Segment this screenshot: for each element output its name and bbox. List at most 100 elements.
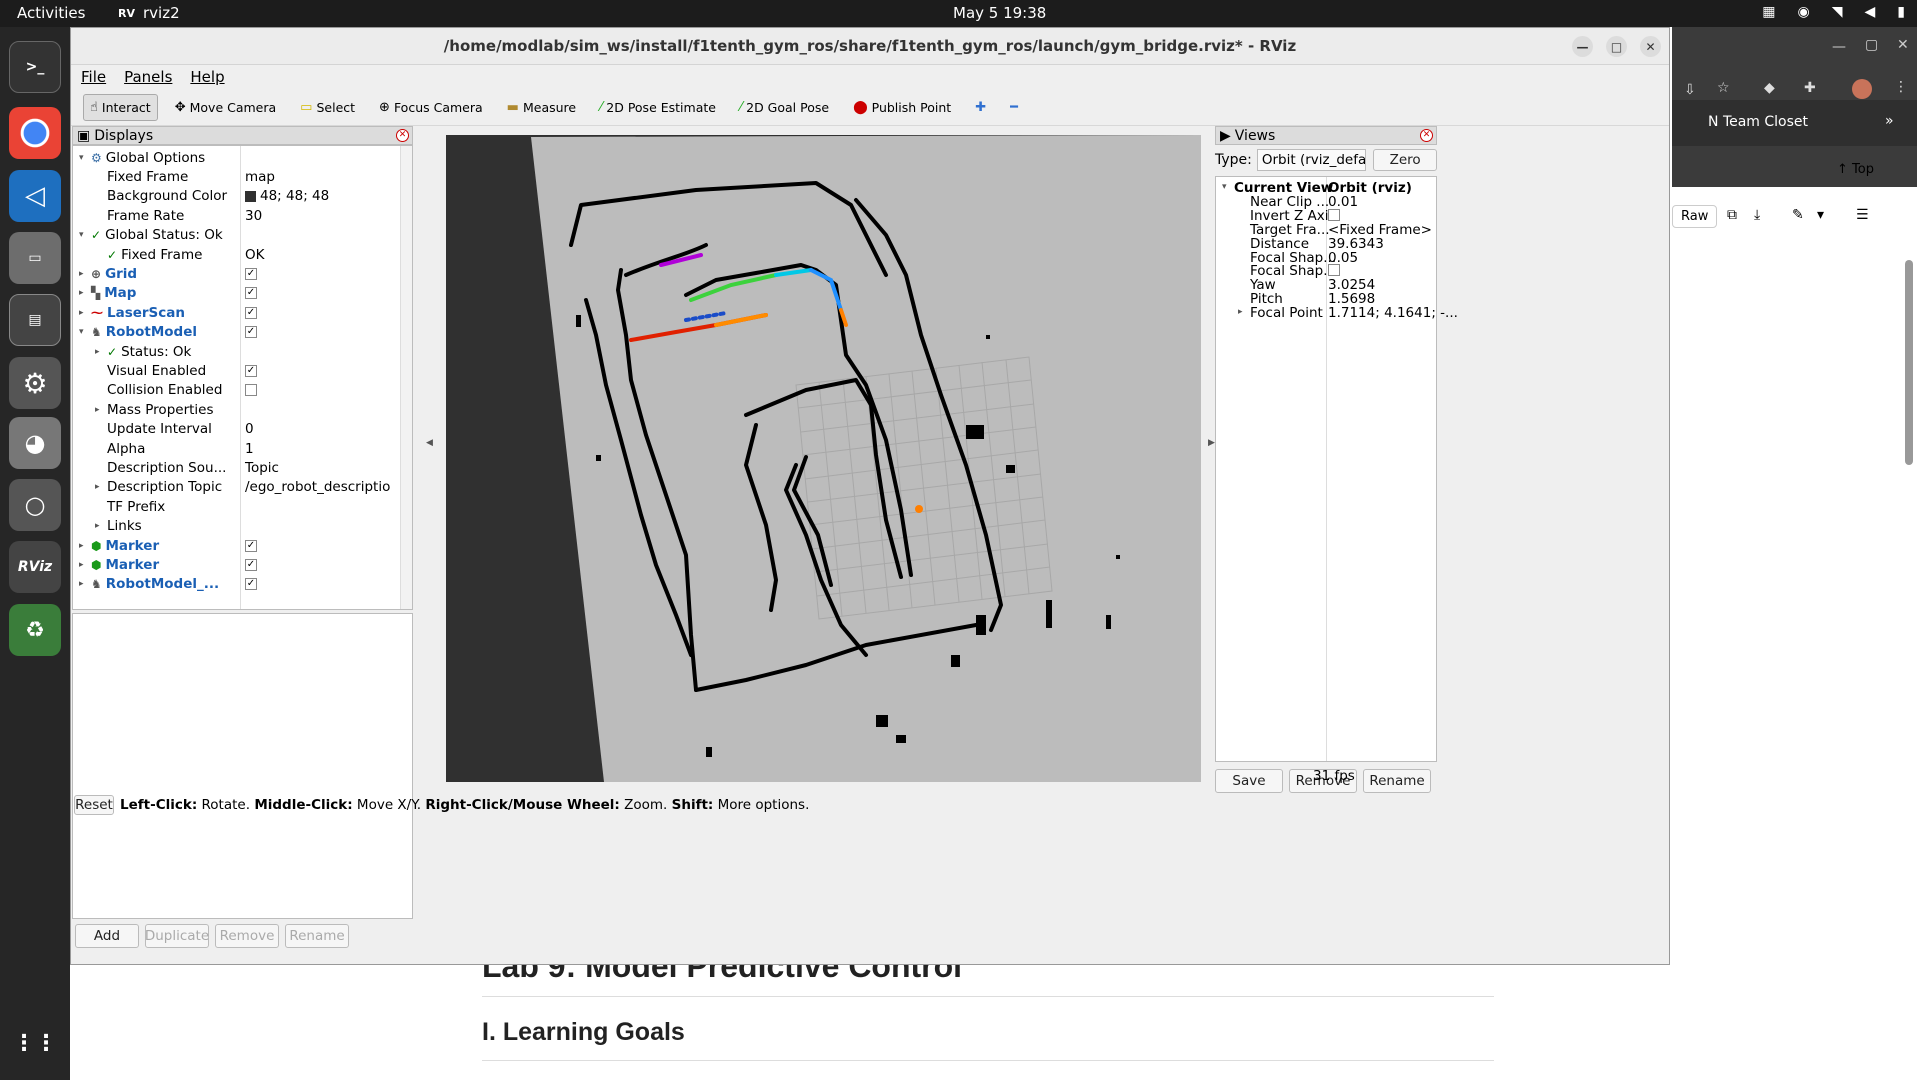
app-grid-icon[interactable]: ⋮⋮ [9,1017,61,1069]
minimize-icon[interactable]: — [1832,39,1846,55]
wifi-icon[interactable]: ◥ [1832,4,1843,20]
remove-button[interactable]: Remove [215,924,279,948]
save-button[interactable]: Save [1215,769,1283,793]
expand-arrow-icon[interactable]: ▸ [1238,307,1243,317]
expand-arrow-icon[interactable]: ▸ [95,482,100,492]
row-checkbox[interactable]: ✓ [245,558,257,571]
display-row-value[interactable]: map [245,169,275,185]
display-row[interactable]: Description Sou... Topic [73,458,403,477]
clock[interactable]: May 5 19:38 [953,4,1046,22]
display-row[interactable]: Background Color 48; 48; 48 [73,187,403,206]
collapse-right-icon[interactable]: ▶ [1208,438,1215,448]
view-row[interactable]: ▸ Focal Point 1.7114; 4.1641; -... [1216,305,1458,321]
expand-arrow-icon[interactable]: ▸ [79,579,84,589]
display-row[interactable]: ▸ Description Topic/ego_robot_descriptio [73,478,403,497]
display-row-value[interactable]: 48; 48; 48 [245,188,329,204]
reset-button[interactable]: Reset [74,795,114,815]
remove-tool-button[interactable]: ━ [1003,94,1025,121]
expand-arrow-icon[interactable]: ▸ [79,288,84,298]
expand-arrow-icon[interactable]: ▾ [79,230,84,240]
zoom-icon[interactable]: ◉ [1798,4,1810,20]
display-row-value[interactable]: 30 [245,208,262,224]
view-row[interactable]: Pitch 1.5698 [1216,291,1436,307]
outline-icon[interactable]: ☰ [1856,207,1869,223]
tool-focus-camera[interactable]: ⊕ Focus Camera [372,94,490,121]
display-row[interactable]: ▾ ♞ RobotModel ✓ [73,323,403,342]
profile-avatar[interactable] [1852,79,1872,99]
vscode-icon[interactable]: ◁ [9,170,61,222]
row-checkbox[interactable]: ✓ [245,267,257,280]
tool-move-camera[interactable]: ✥ Move Camera [168,94,283,121]
view-row[interactable]: Near Clip ... 0.01 [1216,194,1436,210]
close-button[interactable]: ✕ [1640,36,1661,57]
display-row[interactable]: ▸ Links [73,517,403,536]
row-checkbox[interactable]: ✓ [245,539,257,552]
view-row[interactable]: Focal Shap... [1216,263,1436,279]
display-row-value[interactable]: Topic [245,460,279,476]
display-row-value[interactable]: ✓ [245,364,257,377]
menu-icon[interactable]: ⋮ [1894,79,1908,95]
close-panel-icon[interactable]: ✕ [1420,129,1433,142]
view-row-value[interactable]: 1.7114; 4.1641; -... [1328,305,1458,321]
display-row[interactable]: ✓ Fixed Frame OK [73,245,403,264]
top-link[interactable]: ↑ Top [1837,162,1874,177]
display-row-value[interactable]: 0 [245,421,254,437]
display-row[interactable]: ▸ Mass Properties [73,400,403,419]
star-icon[interactable]: ☆ [1717,80,1730,96]
battery-icon[interactable]: ▮ [1897,4,1905,20]
rviz-dock-icon[interactable]: RViz [9,541,61,593]
settings-icon[interactable]: ⚙ [9,357,61,409]
chrome-icon[interactable] [9,107,61,159]
display-row[interactable]: Fixed Frame map [73,167,403,186]
display-row[interactable]: Alpha 1 [73,439,403,458]
display-row[interactable]: ▸ ▚ Map ✓ [73,284,403,303]
expand-arrow-icon[interactable]: ▸ [79,269,84,279]
raw-button[interactable]: Raw [1672,205,1718,228]
edit-icon[interactable]: ✎ [1792,207,1804,223]
dropdown-icon[interactable]: ▾ [1817,207,1824,223]
view-row[interactable]: Target Fra... <Fixed Frame> [1216,222,1436,238]
bookmark-team-closet[interactable]: N Team Closet [1708,114,1808,130]
extension-icon[interactable]: ◆ [1764,80,1775,96]
display-row-value[interactable]: ✓ [245,287,257,300]
chevron-right-icon[interactable]: » [1885,113,1894,129]
volume-icon[interactable]: ◀ [1865,4,1876,20]
row-checkbox[interactable]: ✓ [245,287,257,300]
display-row-value[interactable]: ✓ [245,578,257,591]
install-icon[interactable]: ⇩ [1684,82,1696,98]
minimize-button[interactable]: — [1572,36,1593,57]
add-tool-button[interactable]: ✚ [968,94,993,121]
terminal-icon[interactable]: >_ [9,41,61,93]
rename-button[interactable]: Rename [285,924,349,948]
view-row-value[interactable] [1328,208,1340,221]
view-row[interactable]: Distance 39.6343 [1216,236,1436,252]
display-row-value[interactable]: ✓ [245,558,257,571]
view-row[interactable]: Focal Shap... 0.05 [1216,250,1436,266]
download-icon[interactable]: ⤓ [1754,207,1760,223]
close-panel-icon[interactable]: ✕ [396,129,409,142]
map-render[interactable] [446,135,1201,782]
collapse-left-icon[interactable]: ◀ [426,438,433,448]
expand-arrow-icon[interactable]: ▸ [79,541,84,551]
trash-icon[interactable]: ♻ [9,604,61,656]
tool-goal-pose[interactable]: ⁄ 2D Goal Pose [733,94,836,121]
add-button[interactable]: Add [75,924,139,948]
menu-help[interactable]: Help [190,68,224,86]
system-tray[interactable]: ▦ ◉ ◥ ◀ ▮ [1762,4,1905,20]
maximize-button[interactable]: □ [1606,36,1627,57]
display-row[interactable]: ▸ ⬢ Marker ✓ [73,555,403,574]
network-icon[interactable]: ▦ [1762,4,1775,20]
display-row[interactable]: ▸ ✓ Status: Ok [73,342,403,361]
menu-panels[interactable]: Panels [124,68,172,86]
display-row-value[interactable]: ✓ [245,306,257,319]
puzzle-icon[interactable]: ✚ [1804,80,1816,96]
activities-button[interactable]: Activities [17,4,85,22]
tool-pose-estimate[interactable]: ⁄ 2D Pose Estimate [593,94,723,121]
zero-button[interactable]: Zero [1373,149,1437,171]
view-row[interactable]: Invert Z Axis [1216,208,1436,224]
display-row-value[interactable]: ✓ [245,267,257,280]
duplicate-button[interactable]: Duplicate [145,924,209,948]
display-row-value[interactable]: OK [245,247,264,263]
expand-arrow-icon[interactable]: ▸ [79,560,84,570]
display-row[interactable]: ▾ ✓ Global Status: Ok [73,226,403,245]
